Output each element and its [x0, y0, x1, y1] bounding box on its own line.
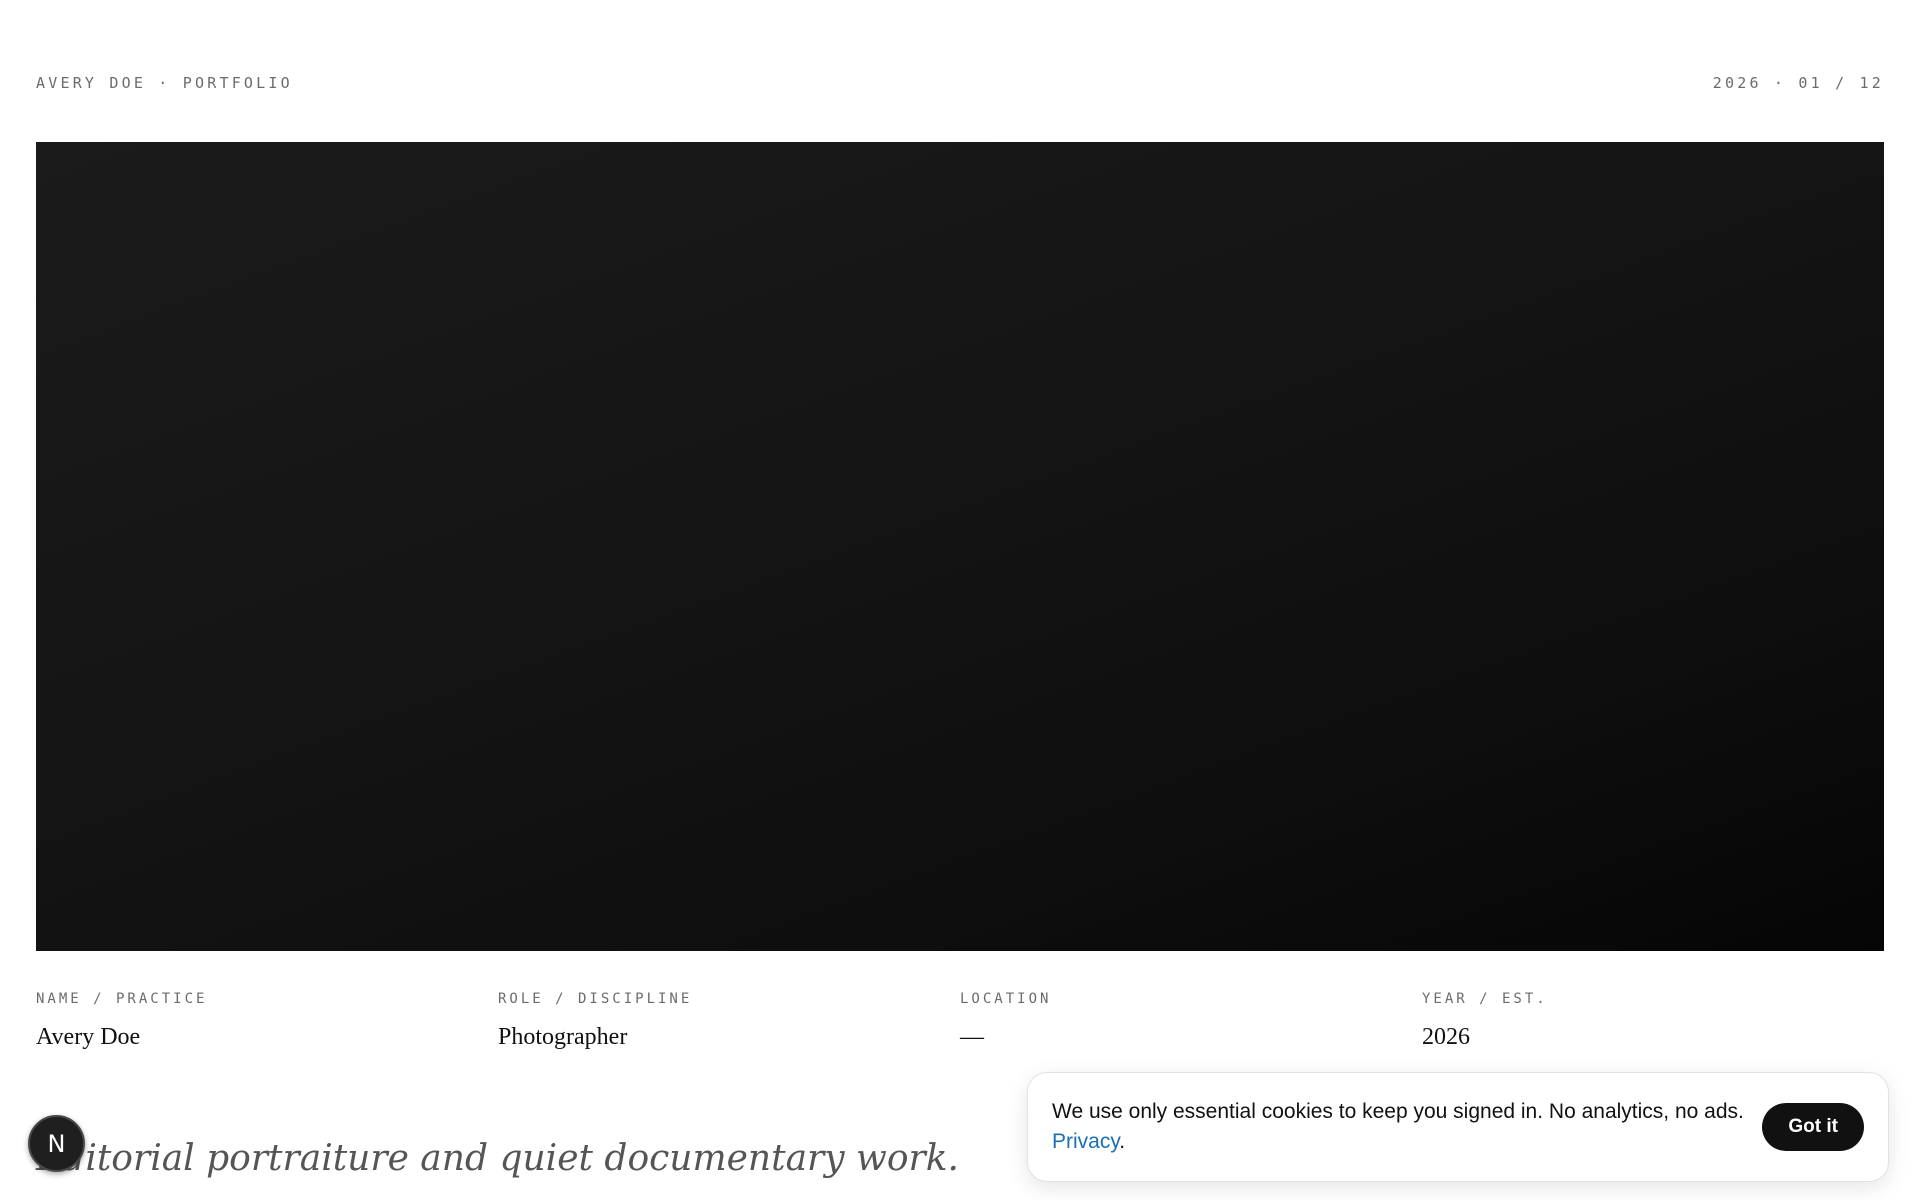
got-it-button[interactable]: Got it — [1762, 1103, 1864, 1151]
meta-value: 2026 — [1422, 1024, 1470, 1050]
meta-value: Photographer — [498, 1024, 628, 1050]
badge-letter: N — [47, 1129, 66, 1158]
n-logo-icon[interactable]: N — [28, 1115, 85, 1172]
meta-label: LOCATION — [960, 991, 1052, 1007]
meta-location: LOCATION — — [960, 990, 1422, 1052]
slide-counter: 2026 · 01 / 12 — [1712, 74, 1884, 92]
meta-row: NAME / PRACTICE Avery Doe ROLE / DISCIPL… — [36, 990, 1884, 1052]
meta-value: — — [960, 1024, 984, 1050]
cookie-message: We use only essential cookies to keep yo… — [1052, 1097, 1752, 1157]
portfolio-page: AVERY DOE · PORTFOLIO 2026 · 01 / 12 NAM… — [0, 0, 1920, 1200]
top-bar: AVERY DOE · PORTFOLIO 2026 · 01 / 12 — [36, 74, 1884, 92]
meta-value: Avery Doe — [36, 1024, 141, 1050]
meta-label: NAME / PRACTICE — [36, 991, 208, 1007]
cookie-message-text: We use only essential cookies to keep yo… — [1052, 1100, 1744, 1123]
privacy-link[interactable]: Privacy — [1052, 1130, 1119, 1153]
cookie-link-suffix: . — [1119, 1130, 1126, 1153]
meta-year: YEAR / EST. 2026 — [1422, 990, 1884, 1052]
meta-label: YEAR / EST. — [1422, 991, 1548, 1007]
tagline: Editorial portraiture and quiet document… — [36, 1138, 959, 1179]
meta-label: ROLE / DISCIPLINE — [498, 991, 693, 1007]
cookie-banner: We use only essential cookies to keep yo… — [1027, 1072, 1889, 1182]
hero-image — [36, 142, 1884, 951]
site-label: AVERY DOE · PORTFOLIO — [36, 74, 293, 92]
meta-name: NAME / PRACTICE Avery Doe — [36, 990, 498, 1052]
meta-role: ROLE / DISCIPLINE Photographer — [498, 990, 960, 1052]
